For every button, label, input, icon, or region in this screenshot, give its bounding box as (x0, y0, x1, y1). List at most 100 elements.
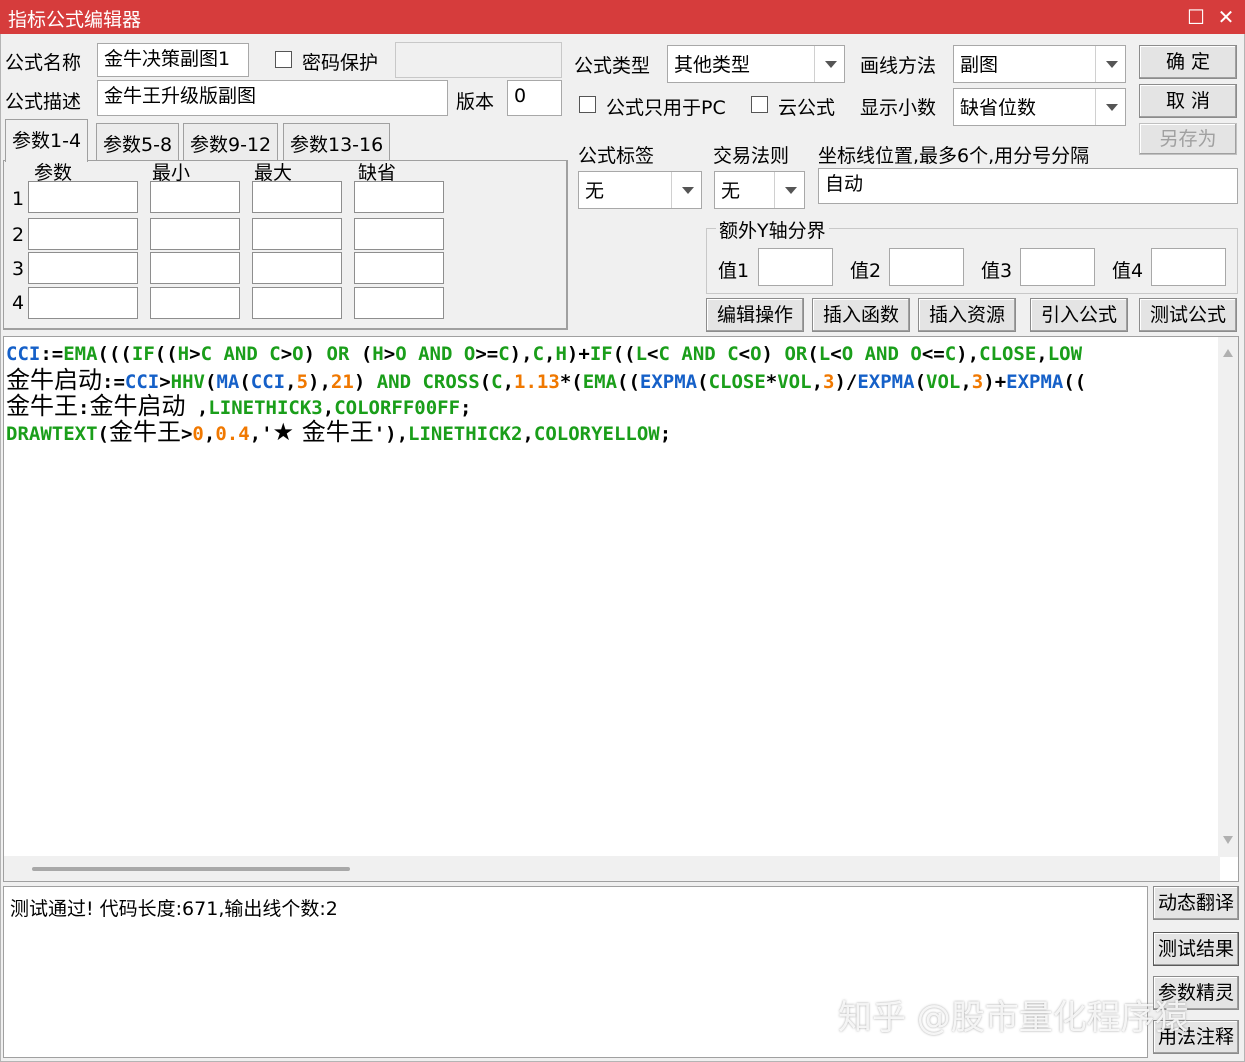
code-token: 3 (823, 371, 835, 393)
y-value-2-input[interactable] (889, 248, 964, 286)
decimal-label: 显示小数 (860, 97, 937, 119)
code-editor[interactable]: CCI:=EMA(((IF((H>C AND C>O) OR (H>O AND … (3, 336, 1239, 882)
test-formula-button[interactable]: 测试公式 (1139, 298, 1237, 332)
param-3-name[interactable] (28, 252, 138, 284)
insert-resource-button[interactable]: 插入资源 (918, 298, 1016, 332)
tab-params-1-4[interactable]: 参数1-4 (5, 119, 89, 162)
y-value-1-label: 值1 (718, 260, 750, 282)
scroll-arrows-icon (1223, 349, 1233, 844)
code-token: *( (559, 371, 583, 393)
import-formula-button[interactable]: 引入公式 (1030, 298, 1128, 332)
param-3-max[interactable] (252, 252, 342, 284)
param-2-min[interactable] (150, 218, 240, 250)
window-title: 指标公式编辑器 (8, 9, 142, 31)
code-token: 1.13 (514, 371, 560, 393)
y-value-3-input[interactable] (1020, 248, 1095, 286)
code-token: ; (460, 397, 472, 419)
ok-button[interactable]: 确 定 (1139, 45, 1237, 79)
code-token: ), (509, 343, 533, 365)
code-token: , (544, 343, 556, 365)
chevron-down-icon[interactable] (814, 46, 844, 82)
trade-rule-value: 无 (721, 180, 741, 202)
cloud-checkbox[interactable] (751, 96, 768, 113)
code-token: ), (956, 343, 980, 365)
param-4-default[interactable] (354, 287, 444, 319)
code-token: ) (761, 343, 785, 365)
param-2-max[interactable] (252, 218, 342, 250)
param-3-min[interactable] (150, 252, 240, 284)
save-as-button[interactable]: 另存为 (1139, 123, 1237, 155)
tab-params-9-12[interactable]: 参数9-12 (183, 123, 279, 161)
draw-method-select[interactable]: 副图 (953, 45, 1126, 83)
code-token: O (750, 343, 762, 365)
edit-ops-button[interactable]: 编辑操作 (706, 298, 804, 332)
vertical-scrollbar[interactable] (1218, 337, 1238, 857)
code-token: VOL (926, 371, 961, 393)
code-token: , (185, 397, 209, 419)
chevron-down-icon[interactable] (671, 172, 701, 208)
code-token: EMA (582, 371, 618, 393)
version-input[interactable]: 0 (507, 80, 562, 116)
param-1-min[interactable] (150, 181, 240, 213)
chevron-down-icon[interactable] (1095, 89, 1125, 125)
formula-desc-input[interactable]: 金牛王升级版副图 (97, 80, 448, 116)
trade-rule-label: 交易法则 (713, 145, 790, 167)
code-token: ( (807, 343, 819, 365)
decimal-select[interactable]: 缺省位数 (953, 88, 1126, 126)
param-1-max[interactable] (252, 181, 342, 213)
code-token: CCI (124, 371, 160, 393)
param-4-min[interactable] (150, 287, 240, 319)
y-value-1-input[interactable] (758, 248, 833, 286)
code-token: (( (154, 343, 178, 365)
formula-type-select[interactable]: 其他类型 (667, 45, 845, 83)
cancel-button[interactable]: 取 消 (1139, 84, 1237, 118)
y-value-2-label: 值2 (850, 260, 882, 282)
code-token: C (727, 343, 739, 365)
code-token: C (269, 343, 281, 365)
code-token: HHV (170, 371, 205, 393)
code-token: ( (97, 423, 109, 445)
password-checkbox[interactable] (275, 51, 292, 68)
coord-position-input[interactable]: 自动 (818, 168, 1238, 204)
code-token: , (502, 371, 515, 393)
code-token: O (463, 343, 476, 365)
password-label: 密码保护 (302, 52, 379, 74)
param-1-default[interactable] (354, 181, 444, 213)
code-line: CCI:=EMA(((IF((H>C AND C>O) OR (H>O AND … (6, 341, 1082, 367)
trade-rule-select[interactable]: 无 (714, 171, 805, 209)
insert-function-button[interactable]: 插入函数 (812, 298, 910, 332)
param-1-name[interactable] (28, 181, 138, 213)
code-token: AND (681, 343, 716, 365)
code-token: C (491, 371, 503, 393)
chevron-down-icon[interactable] (774, 172, 804, 208)
code-line: 金牛王:金牛启动 ,LINETHICK3,COLORFF00FF; (6, 393, 471, 421)
param-4-max[interactable] (252, 287, 342, 319)
formula-name-input[interactable]: 金牛决策副图1 (97, 43, 249, 77)
horizontal-scrollbar[interactable] (4, 856, 1220, 881)
code-token: IF (589, 343, 613, 365)
password-input[interactable] (395, 42, 562, 78)
code-token: EMA (63, 343, 98, 365)
param-2-default[interactable] (354, 218, 444, 250)
param-4-name[interactable] (28, 287, 138, 319)
close-icon[interactable]: ✕ (1213, 4, 1239, 30)
tab-params-5-8[interactable]: 参数5-8 (96, 123, 180, 161)
code-token: ( (479, 371, 492, 393)
test-result-button[interactable]: 测试结果 (1153, 932, 1239, 966)
chevron-down-icon[interactable] (1095, 46, 1125, 82)
dynamic-translate-button[interactable]: 动态翻译 (1153, 886, 1239, 920)
tab-params-13-16[interactable]: 参数13-16 (283, 123, 391, 161)
code-token: ( (349, 343, 373, 365)
y-axis-group-label: 额外Y轴分界 (716, 216, 829, 243)
y-value-4-input[interactable] (1151, 248, 1226, 286)
code-token: 金牛王 (6, 392, 78, 420)
pc-only-checkbox[interactable] (579, 96, 596, 113)
maximize-icon[interactable]: ☐ (1183, 4, 1209, 30)
horizontal-scroll-thumb[interactable] (32, 867, 350, 871)
param-3-default[interactable] (354, 252, 444, 284)
formula-tag-select[interactable]: 无 (578, 171, 702, 209)
param-2-name[interactable] (28, 218, 138, 250)
